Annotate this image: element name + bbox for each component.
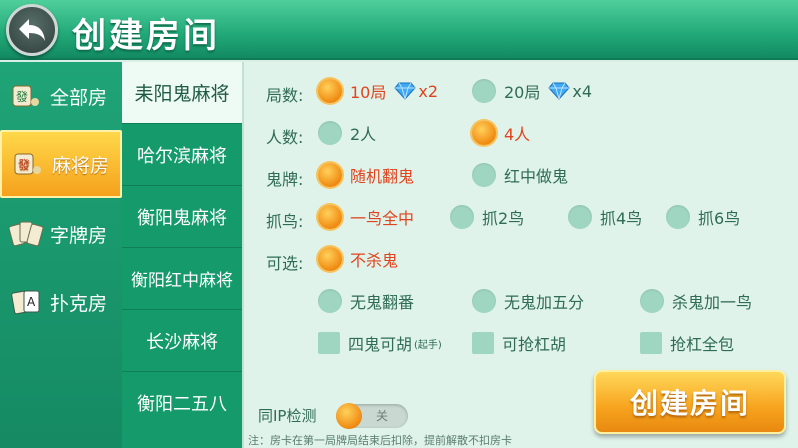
checkbox[interactable] <box>472 332 494 354</box>
sidebar-item-label: 扑克房 <box>50 292 108 315</box>
option-text: 不杀鬼 <box>350 251 399 270</box>
multiplier-text: x2 <box>418 81 439 101</box>
radio-button[interactable] <box>666 205 690 229</box>
players-label: 人数: <box>266 128 304 147</box>
bird-option-2[interactable]: 抓2鸟 <box>450 205 524 229</box>
rounds-option-10[interactable]: 10局 x2 <box>318 79 438 103</box>
sidebar-item-mahjong[interactable]: 發 麻将房 <box>0 130 122 198</box>
game-item[interactable]: 耒阳鬼麻将 <box>122 62 242 124</box>
radio-button[interactable] <box>568 205 592 229</box>
option-text: 四鬼可胡 <box>348 335 413 354</box>
checkbox[interactable] <box>640 332 662 354</box>
option-text: 随机翻鬼 <box>350 167 415 186</box>
option-text: 2人 <box>350 125 377 144</box>
toggle-state: 关 <box>376 409 389 423</box>
radio-button[interactable] <box>472 289 496 313</box>
radio-button[interactable] <box>318 289 342 313</box>
option-subtext: (起手) <box>414 339 442 351</box>
ghost-option-red-center[interactable]: 红中做鬼 <box>472 163 568 187</box>
poker-cards-icon: A <box>8 286 44 318</box>
game-item[interactable]: 衡阳红中麻将 <box>122 248 242 310</box>
mahjong-tile-icon: 發 <box>10 148 46 180</box>
back-arrow-icon <box>19 19 45 41</box>
game-item[interactable]: 长沙麻将 <box>122 310 242 372</box>
back-button[interactable] <box>6 4 58 56</box>
option-text: 红中做鬼 <box>504 167 569 186</box>
option-text: 4人 <box>504 125 531 144</box>
bird-label: 抓鸟: <box>266 212 304 231</box>
bird-option-6[interactable]: 抓6鸟 <box>666 205 740 229</box>
diamond-icon <box>394 82 417 100</box>
radio-button[interactable] <box>318 121 342 145</box>
option-text: 抓6鸟 <box>698 209 741 228</box>
sidebar-item-label: 全部房 <box>50 86 108 109</box>
mahjong-tile-icon: 發 <box>8 80 44 112</box>
options-panel: 局数: 10局 x2 20局 x4 人数: 2人 4人 鬼牌: 随机翻鬼 红中做… <box>242 62 798 448</box>
radio-button[interactable] <box>472 79 496 103</box>
option-text: 杀鬼加一鸟 <box>672 293 753 312</box>
rounds-label: 局数: <box>266 86 304 105</box>
svg-text:A: A <box>27 295 36 309</box>
bird-option-one[interactable]: 一鸟全中 <box>318 205 414 229</box>
optional-no-ghost-plus-five[interactable]: 无鬼加五分 <box>472 289 584 313</box>
option-text: 无鬼翻番 <box>350 293 415 312</box>
footer-note: 注：房卡在第一局牌局结束后扣除，提前解散不扣房卡 <box>248 434 512 447</box>
option-text: 抓4鸟 <box>600 209 643 228</box>
option-text: 无鬼加五分 <box>504 293 585 312</box>
radio-button[interactable] <box>318 205 342 229</box>
check-four-ghost-win[interactable]: 四鬼可胡 (起手) <box>318 331 442 355</box>
page-title: 创建房间 <box>72 16 220 56</box>
bird-option-4[interactable]: 抓4鸟 <box>568 205 642 229</box>
option-text: 20局 <box>504 83 541 102</box>
optional-label: 可选: <box>266 254 304 273</box>
diamond-icon <box>548 82 571 100</box>
svg-text:發: 發 <box>16 89 28 104</box>
sidebar-item-all[interactable]: 發 全部房 <box>0 62 122 130</box>
header-bar: 创建房间 <box>0 0 798 60</box>
check-rob-kong-win[interactable]: 可抢杠胡 <box>472 331 566 355</box>
radio-button[interactable] <box>318 79 342 103</box>
radio-button[interactable] <box>450 205 474 229</box>
radio-button[interactable] <box>318 163 342 187</box>
game-item[interactable]: 衡阳鬼麻将 <box>122 186 242 248</box>
svg-text:發: 發 <box>18 157 30 172</box>
sidebar-item-label: 麻将房 <box>52 154 110 177</box>
option-text: 10局 <box>350 83 387 102</box>
checkbox[interactable] <box>318 332 340 354</box>
option-text: 抢杠全包 <box>670 335 735 354</box>
room-type-sidebar: 發 全部房 發 麻将房 字牌房 A 扑克房 <box>0 62 122 448</box>
ghost-option-random[interactable]: 随机翻鬼 <box>318 163 414 187</box>
optional-no-kill-ghost[interactable]: 不杀鬼 <box>318 247 398 271</box>
multiplier-text: x4 <box>572 81 593 101</box>
radio-button[interactable] <box>472 121 496 145</box>
option-text: 抓2鸟 <box>482 209 525 228</box>
sidebar-item-poker[interactable]: A 扑克房 <box>0 268 122 336</box>
create-room-button[interactable]: 创建房间 <box>594 370 786 434</box>
game-list: 耒阳鬼麻将 哈尔滨麻将 衡阳鬼麻将 衡阳红中麻将 长沙麻将 衡阳二五八 <box>122 62 242 448</box>
word-cards-icon <box>8 218 44 250</box>
option-text: 可抢杠胡 <box>502 335 567 354</box>
players-option-2[interactable]: 2人 <box>318 121 376 145</box>
sidebar-item-word-cards[interactable]: 字牌房 <box>0 200 122 268</box>
sidebar-item-label: 字牌房 <box>50 224 108 247</box>
ghost-label: 鬼牌: <box>266 170 304 189</box>
radio-button[interactable] <box>472 163 496 187</box>
optional-kill-ghost-plus-bird[interactable]: 杀鬼加一鸟 <box>640 289 752 313</box>
players-option-4[interactable]: 4人 <box>472 121 530 145</box>
optional-no-ghost-double[interactable]: 无鬼翻番 <box>318 289 414 313</box>
radio-button[interactable] <box>318 247 342 271</box>
rounds-option-20[interactable]: 20局 x4 <box>472 79 592 103</box>
toggle-knob <box>336 403 362 429</box>
game-item[interactable]: 衡阳二五八 <box>122 372 242 434</box>
ip-check-label: 同IP检测 <box>258 407 317 425</box>
ip-check-toggle[interactable]: 关 <box>336 403 408 429</box>
option-text: 一鸟全中 <box>350 209 415 228</box>
check-rob-kong-full-pay[interactable]: 抢杠全包 <box>640 331 734 355</box>
game-item[interactable]: 哈尔滨麻将 <box>122 124 242 186</box>
radio-button[interactable] <box>640 289 664 313</box>
